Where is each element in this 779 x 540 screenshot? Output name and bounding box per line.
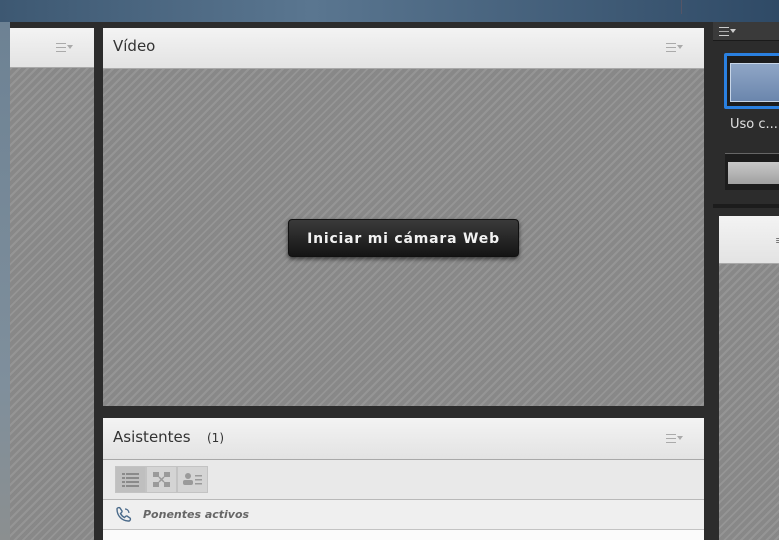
- right-panel-divider: [713, 204, 779, 208]
- active-speakers-section[interactable]: Ponentes activos: [103, 500, 704, 530]
- layout-thumbnail[interactable]: [725, 153, 779, 190]
- desktop-background-top: [0, 0, 779, 22]
- attendees-pod-header: Asistentes (1): [103, 418, 704, 460]
- host-row-partial: [103, 530, 704, 540]
- breakout-view-icon[interactable]: [146, 466, 177, 493]
- right-pod-body: [719, 264, 779, 540]
- right-panel-menu-bar: [713, 22, 779, 41]
- attendee-count: (1): [207, 431, 224, 445]
- layout-thumbnail-selected[interactable]: [724, 53, 779, 109]
- top-divider: [681, 0, 682, 14]
- attendees-view-toolbar: [103, 460, 704, 500]
- pod-menu-icon[interactable]: [719, 25, 737, 37]
- left-pod-body: [10, 68, 94, 540]
- left-pod: [10, 28, 94, 540]
- video-pod-title: Vídeo: [113, 37, 156, 55]
- list-view-icon[interactable]: [115, 466, 146, 493]
- desktop-background-left: [0, 22, 10, 540]
- pod-menu-icon[interactable]: ≡: [775, 234, 779, 247]
- right-panel: Uso c... ≡: [713, 22, 779, 540]
- video-pod: Vídeo: [103, 28, 704, 406]
- pod-menu-icon[interactable]: [56, 41, 74, 53]
- right-pod-header: [719, 216, 779, 264]
- attendee-status-view-icon[interactable]: [177, 466, 208, 493]
- section-label: Ponentes activos: [143, 508, 250, 521]
- left-pod-header: [10, 28, 94, 68]
- pod-menu-icon[interactable]: [666, 432, 684, 444]
- layout-caption: Uso c...: [730, 117, 778, 132]
- pod-menu-icon[interactable]: [666, 41, 684, 53]
- start-webcam-button[interactable]: Iniciar mi cámara Web: [288, 219, 519, 257]
- video-pod-header: Vídeo: [103, 28, 704, 69]
- attendees-pod-title: Asistentes: [113, 428, 191, 446]
- phone-speaking-icon: [114, 506, 132, 528]
